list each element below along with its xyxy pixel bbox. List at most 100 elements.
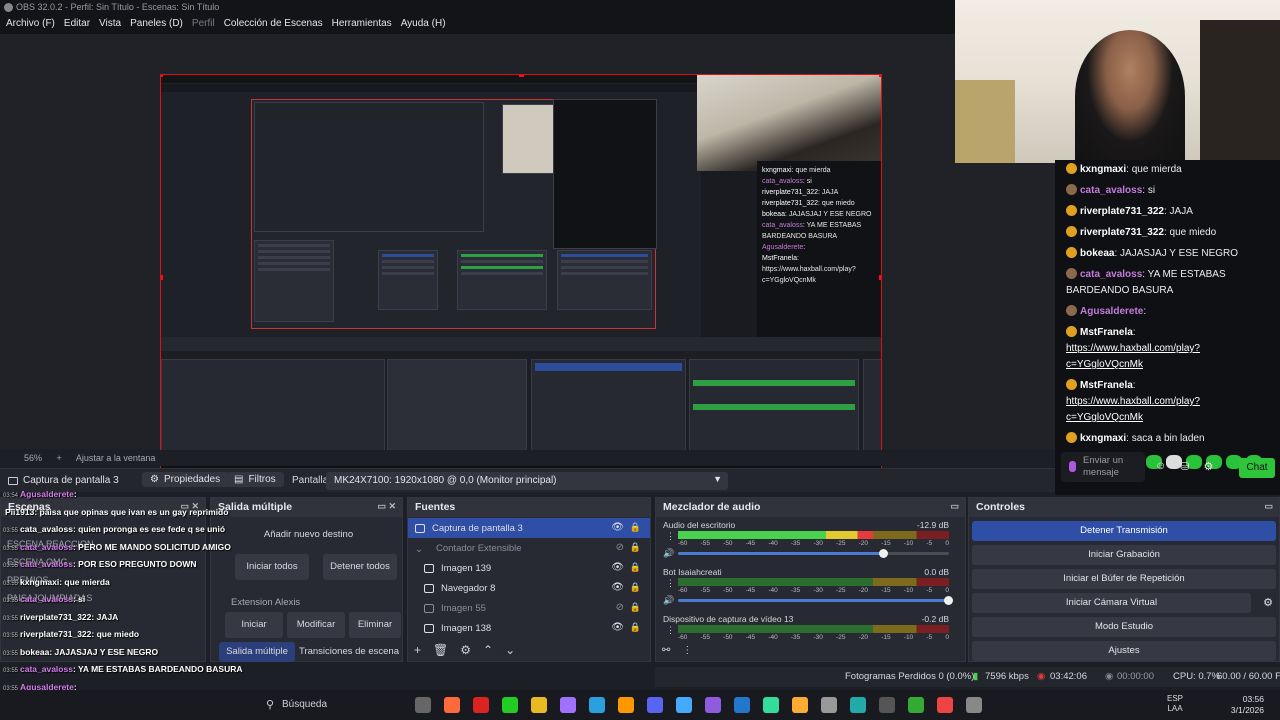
tab-scene-transitions[interactable]: Transiciones de escena [297,642,401,662]
eye-icon[interactable]: 👁 [611,562,624,573]
volume-knob[interactable] [944,596,953,605]
control-button[interactable]: Iniciar Cámara Virtual ⚙ [972,593,1273,613]
lock-icon[interactable]: 🔒 [630,522,641,533]
control-button[interactable]: Ajustes [972,641,1276,661]
chat-username[interactable]: kxngmaxi [1080,433,1126,444]
chat-username[interactable]: MstFranela [1080,327,1133,338]
taskbar-app-icon[interactable] [502,697,518,713]
control-button[interactable]: Iniciar Grabación [972,545,1276,565]
gear-icon[interactable]: ⚙ [460,643,471,657]
lock-icon[interactable]: 🔒 [630,602,641,613]
taskbar-app-icon[interactable] [560,697,576,713]
menu-item[interactable]: Editar [64,16,99,34]
preview-canvas[interactable]: kxngmaxi: que mierda cata_avaloss: si ri… [160,74,882,481]
chat-input[interactable]: Enviar un mensaje [1061,452,1145,482]
resize-handle-r[interactable] [879,275,881,280]
taskbar-app-icon[interactable] [444,697,460,713]
chat-link[interactable]: https://www.haxball.com/play?c=YGgloVQcn… [1066,396,1200,423]
chat-username[interactable]: bokeaa [1080,248,1114,259]
channel-menu-icon[interactable]: ⋮ [666,625,675,636]
stop-all-button[interactable]: Detener todos [323,554,397,580]
source-item[interactable]: Navegador 8 👁 🔒 [408,578,650,598]
chat-username[interactable]: riverplate731_322 [1080,206,1164,217]
menu-item[interactable]: Ayuda (H) [401,16,455,34]
menu-item[interactable]: Paneles (D) [130,16,192,34]
menu-item[interactable]: Perfil [192,16,224,34]
lock-icon[interactable]: 🔒 [630,622,641,633]
taskbar-app-icon[interactable] [531,697,547,713]
settings-gear-icon[interactable]: ⚙ [1203,460,1213,473]
resize-handle-tl[interactable] [161,75,163,77]
chat-username[interactable]: Agusalderete [1080,306,1143,317]
filters-button[interactable]: ▤ Filtros [226,472,284,487]
eye-icon[interactable]: 👁 [611,522,624,533]
restore-icon[interactable]: ▭ [950,501,959,512]
taskbar-app-icon[interactable] [792,697,808,713]
chat-username[interactable]: cata_avaloss [1080,269,1142,280]
taskbar-app-icon[interactable] [966,697,982,713]
zoom-fit-label[interactable]: Ajustar a la ventana [76,453,156,463]
resize-handle-tr[interactable] [879,75,881,77]
taskbar-app-icon[interactable] [821,697,837,713]
speaker-icon[interactable]: 🔊 [663,595,674,606]
volume-slider[interactable] [678,549,949,558]
lock-icon[interactable]: 🔒 [630,542,641,553]
display-select[interactable]: MK24X7100: 1920x1080 @ 0,0 (Monitor prin… [326,472,728,490]
chevron-down-icon[interactable]: ⌄ [505,643,515,657]
taskbar-app-icon[interactable] [879,697,895,713]
zoom-plus-icon[interactable]: + [57,453,62,463]
virtual-cam-settings-icon[interactable]: ⚙ [1263,596,1273,609]
eye-hidden-icon[interactable]: ⊘ [616,542,624,553]
taskbar-app-icon[interactable] [618,697,634,713]
taskbar-app-icon[interactable] [415,697,431,713]
channel-menu-icon[interactable]: ⋮ [666,578,675,589]
menu-item[interactable]: Herramientas [332,16,401,34]
eye-icon[interactable]: 👁 [611,622,624,633]
chat-username[interactable]: MstFranela [1080,380,1133,391]
control-button[interactable]: Modo Estudio [972,617,1276,637]
resize-handle-t[interactable] [519,75,524,77]
channel-points-icon[interactable]: ⛁ [1180,460,1189,473]
menu-item[interactable]: Archivo (F) [6,16,64,34]
more-options-icon[interactable]: ⋮ [682,645,692,656]
close-icon[interactable]: ▭ ✕ [377,501,396,512]
taskbar-app-icon[interactable] [647,697,663,713]
speaker-icon[interactable]: 🔊 [663,548,674,559]
menu-item[interactable]: Colección de Escenas [224,16,332,34]
taskbar-search[interactable]: ⚲ Búsqueda [260,695,400,715]
resize-handle-l[interactable] [161,275,163,280]
lock-icon[interactable]: 🔒 [630,582,641,593]
source-item[interactable]: Imagen 138 👁 🔒 [408,618,650,638]
source-item[interactable]: Imagen 139 👁 🔒 [408,558,650,578]
input-language[interactable]: ESP LAA [1167,694,1183,714]
advanced-audio-icon[interactable]: ⚯ [662,645,670,656]
taskbar-app-icon[interactable] [937,697,953,713]
chevron-up-icon[interactable]: ⌃ [483,643,493,657]
taskbar-app-icon[interactable] [589,697,605,713]
chat-username[interactable]: cata_avaloss [1080,185,1142,196]
properties-button[interactable]: ⚙ Propiedades [142,472,229,487]
eye-icon[interactable]: 👁 [611,582,624,593]
taskbar-app-icon[interactable] [734,697,750,713]
taskbar-app-icon[interactable] [705,697,721,713]
chat-link[interactable]: https://www.haxball.com/play?c=YGgloVQcn… [1066,343,1200,370]
emote-picker-icon[interactable]: ☺ [1155,460,1166,473]
volume-knob[interactable] [878,549,888,558]
menu-item[interactable]: Vista [99,16,130,34]
taskbar-app-icon[interactable] [908,697,924,713]
modify-button[interactable]: Modificar [287,612,345,638]
add-icon[interactable]: + [414,643,421,657]
taskbar-app-icon[interactable] [850,697,866,713]
zoom-level[interactable]: 56% [24,453,42,463]
channel-menu-icon[interactable]: ⋮ [666,531,675,542]
chat-send-button[interactable]: Chat [1239,458,1275,478]
eye-hidden-icon[interactable]: ⊘ [616,602,624,613]
taskbar-app-icon[interactable] [473,697,489,713]
chat-username[interactable]: riverplate731_322 [1080,227,1164,238]
taskbar-app-icon[interactable] [676,697,692,713]
delete-button[interactable]: Eliminar [349,612,401,638]
chat-username[interactable]: kxngmaxi [1080,164,1126,175]
mic-icon[interactable] [1069,461,1076,472]
taskbar-app-icon[interactable] [763,697,779,713]
control-button[interactable]: Detener Transmisión [972,521,1276,541]
